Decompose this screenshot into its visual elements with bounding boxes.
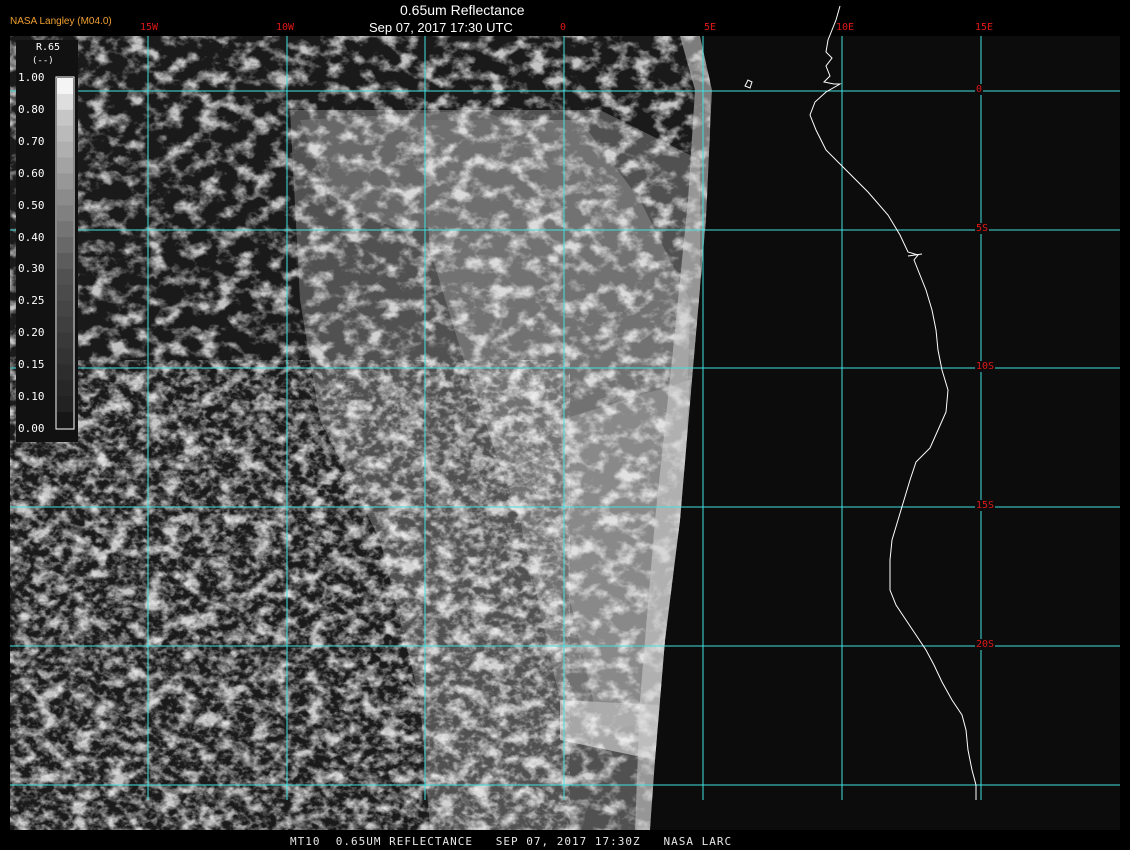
product-title: 0.65um Reflectance xyxy=(400,2,525,18)
footer-caption: MT10 0.65UM REFLECTANCE SEP 07, 2017 17:… xyxy=(290,835,733,848)
colorbar-swatch xyxy=(57,364,73,381)
lon-label-10e: 10E xyxy=(836,22,855,33)
colorbar-swatch xyxy=(57,141,73,159)
colorbar-swatch xyxy=(57,237,73,254)
colorbar-swatch xyxy=(57,221,73,238)
lon-label-0: 0 xyxy=(560,22,567,33)
colorbar-tick-label: 0.25 xyxy=(18,294,45,308)
colorbar-swatch xyxy=(57,284,73,302)
lon-label-10w: 10W xyxy=(276,22,295,33)
colorbar-swatch xyxy=(57,316,73,334)
colorbar-swatch xyxy=(57,253,73,270)
colorbar-swatch xyxy=(57,125,73,143)
lon-label-15w: 15W xyxy=(140,22,159,33)
colorbar-swatch xyxy=(57,93,73,111)
lat-label-5s: 5S xyxy=(975,223,990,234)
observation-datetime: Sep 07, 2017 17:30 UTC xyxy=(369,20,513,35)
colorbar-tick-label: 0.50 xyxy=(18,198,45,212)
colorbar-swatches xyxy=(57,78,73,429)
colorbar-tick-label: 0.40 xyxy=(18,230,45,244)
lat-label-0: 0 xyxy=(975,84,984,95)
colorbar-tick-label: 1.00 xyxy=(18,71,45,84)
colorbar-tick-label: 0.15 xyxy=(18,358,45,372)
colorbar-swatch xyxy=(57,348,73,365)
colorbar-tick-label: 0.00 xyxy=(18,422,45,435)
reflectance-map[interactable] xyxy=(0,0,1130,850)
colorbar-tick-label: 0.10 xyxy=(18,390,45,404)
colorbar-swatch xyxy=(57,380,73,397)
colorbar-tick-label: 0.60 xyxy=(18,166,45,180)
colorbar-tick-label: 0.70 xyxy=(18,134,45,148)
daylight-imagery xyxy=(10,36,712,830)
colorbar-tick-label: 0.30 xyxy=(18,262,45,276)
colorbar-swatch xyxy=(57,300,73,318)
colorbar-tick-label: 0.20 xyxy=(18,326,45,340)
colorbar-swatch xyxy=(57,396,73,413)
lon-label-15e: 15E xyxy=(975,22,994,33)
colorbar-swatch xyxy=(57,78,73,95)
lat-label-15s: 15S xyxy=(975,500,996,511)
colorbar-swatch xyxy=(57,268,73,286)
colorbar-tick-label: 0.80 xyxy=(18,102,45,116)
colorbar-swatch xyxy=(57,173,73,190)
colorbar-swatch xyxy=(57,109,73,127)
satellite-image-viewer: NASA Langley (M04.0) 0.65um Reflectance … xyxy=(0,0,1130,850)
lat-label-10s: 10S xyxy=(975,361,996,372)
organization-label: NASA Langley (M04.0) xyxy=(10,16,112,27)
colorbar-swatch xyxy=(57,332,73,349)
colorbar-swatch xyxy=(57,189,73,206)
colorbar-title: R.65 xyxy=(36,42,61,53)
colorbar-unit: (--) xyxy=(32,56,54,66)
colorbar-swatch xyxy=(57,205,73,222)
colorbar-swatch xyxy=(57,157,73,174)
lat-label-20s: 20S xyxy=(975,639,996,650)
colorbar-swatch xyxy=(57,412,73,429)
lon-label-5e: 5E xyxy=(704,22,717,33)
